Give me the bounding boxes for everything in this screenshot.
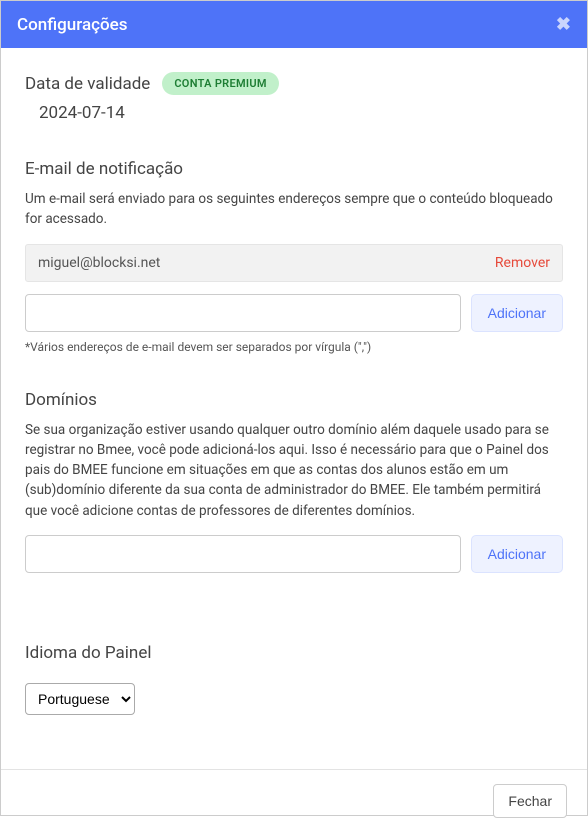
email-list-item: miguel@blocksi.net Remover <box>25 244 563 282</box>
close-button[interactable]: Fechar <box>493 784 567 818</box>
close-icon[interactable]: ✖ <box>556 14 571 35</box>
language-section: Idioma do Painel Portuguese <box>25 643 563 715</box>
email-input[interactable] <box>25 294 461 332</box>
domain-input[interactable] <box>25 535 461 573</box>
email-input-row: Adicionar <box>25 294 563 332</box>
language-select[interactable]: Portuguese <box>25 683 135 715</box>
domains-section: Domínios Se sua organização estiver usan… <box>25 390 563 573</box>
language-title: Idioma do Painel <box>25 643 563 663</box>
modal-header: Configurações ✖ <box>1 1 587 48</box>
notification-title: E-mail de notificação <box>25 159 563 179</box>
premium-badge: CONTA PREMIUM <box>162 72 279 95</box>
add-domain-button[interactable]: Adicionar <box>471 535 563 573</box>
email-address: miguel@blocksi.net <box>38 255 160 271</box>
expiry-row: Data de validade CONTA PREMIUM <box>25 72 563 95</box>
modal-body: Data de validade CONTA PREMIUM 2024-07-1… <box>1 48 587 769</box>
expiry-label: Data de validade <box>25 74 150 94</box>
remove-email-button[interactable]: Remover <box>495 255 550 271</box>
domains-title: Domínios <box>25 390 563 410</box>
modal-footer: Fechar <box>1 769 587 832</box>
expiry-date: 2024-07-14 <box>39 103 563 123</box>
notification-description: Um e-mail será enviado para os seguintes… <box>25 189 563 230</box>
modal-title: Configurações <box>17 15 127 35</box>
domain-input-row: Adicionar <box>25 535 563 573</box>
email-hint: *Vários endereços de e-mail devem ser se… <box>25 340 563 354</box>
add-email-button[interactable]: Adicionar <box>471 294 563 332</box>
domains-description: Se sua organização estiver usando qualqu… <box>25 420 563 521</box>
